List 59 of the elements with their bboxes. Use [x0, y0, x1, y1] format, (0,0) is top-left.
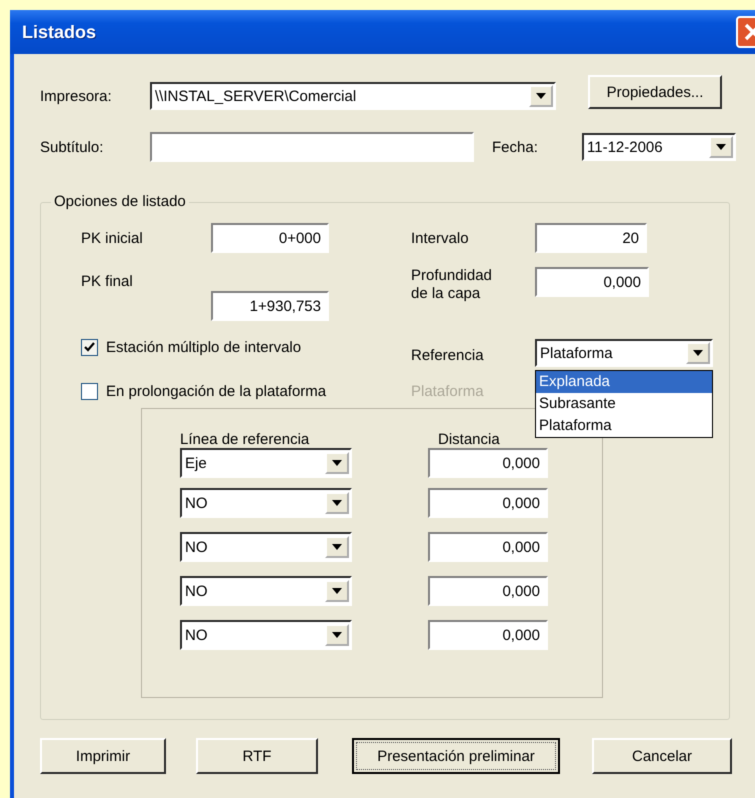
- dialog-button[interactable]: Presentación preliminar: [352, 738, 560, 774]
- dropdown-arrow-button[interactable]: [325, 452, 349, 474]
- distance-input-field[interactable]: 0,000: [428, 532, 548, 562]
- caret-icon: [332, 544, 342, 550]
- pk-start-input-field[interactable]: 0+000: [211, 223, 329, 253]
- reference-label: Referencia: [411, 347, 485, 364]
- caret-icon: [332, 588, 342, 594]
- dropdown-arrow-button[interactable]: [325, 624, 349, 646]
- dropdown-arrow-button[interactable]: [686, 342, 710, 364]
- checkbox[interactable]: [81, 339, 98, 356]
- interval-input-field[interactable]: 20: [535, 223, 647, 253]
- dropdown-option[interactable]: Subrasante: [536, 393, 712, 415]
- pk-end-label: PK final: [81, 273, 134, 290]
- dialog-button[interactable]: Cancelar: [592, 738, 732, 774]
- caret-icon: [693, 350, 703, 356]
- reference-line-dropdown[interactable]: NO: [180, 532, 352, 562]
- depth-label: Profundidad de la capa: [411, 267, 493, 303]
- caret-icon: [332, 632, 342, 638]
- dropdown-option[interactable]: Plataforma: [536, 415, 712, 437]
- caret-icon: [332, 460, 342, 466]
- depth-input-field[interactable]: 0,000: [535, 267, 649, 297]
- caret-icon: [332, 500, 342, 506]
- distance-input-field[interactable]: 0,000: [428, 448, 548, 478]
- distance-input-field[interactable]: 0,000: [428, 488, 548, 518]
- subtitle-input-field[interactable]: [150, 132, 474, 162]
- reference-dropdown[interactable]: Plataforma: [535, 339, 713, 367]
- column-header: Distancia: [438, 431, 500, 448]
- reference-line-dropdown[interactable]: NO: [180, 488, 352, 518]
- distance-input-field[interactable]: 0,000: [428, 620, 548, 650]
- checkbox[interactable]: [81, 383, 98, 400]
- pk-start-label: PK inicial: [81, 230, 144, 246]
- subtitle-label: Subtítulo:: [40, 138, 104, 156]
- reference-line-dropdown[interactable]: NO: [180, 576, 352, 606]
- dialog-button[interactable]: RTF: [196, 738, 318, 774]
- date-dropdown[interactable]: 11-12-2006: [582, 133, 736, 161]
- dropdown-option[interactable]: Explanada: [536, 371, 712, 393]
- dropdown-arrow-button[interactable]: [709, 136, 733, 158]
- printer-label: Impresora:: [40, 88, 113, 104]
- interval-label: Intervalo: [411, 230, 470, 246]
- properties-button[interactable]: Propiedades...: [588, 75, 722, 109]
- dropdown-arrow-button[interactable]: [529, 85, 553, 107]
- caret-icon: [536, 93, 546, 99]
- dropdown-arrow-button[interactable]: [325, 536, 349, 558]
- dropdown-arrow-button[interactable]: [325, 492, 349, 514]
- checkbox-label: En prolongación de la plataforma: [106, 383, 326, 400]
- printer-dropdown[interactable]: \\INSTAL_SERVER\Comercial: [150, 82, 556, 110]
- reference-line-dropdown[interactable]: Eje: [180, 448, 352, 478]
- checkbox-label: Estación múltiplo de intervalo: [106, 339, 302, 356]
- window-title: Listados: [22, 22, 96, 42]
- date-label: Fecha:: [492, 138, 539, 156]
- platform-label: Plataforma: [411, 383, 484, 400]
- column-header: Línea de referencia: [180, 431, 310, 448]
- pk-end-input-field[interactable]: 1+930,753: [211, 291, 329, 321]
- dialog-button[interactable]: Imprimir: [40, 738, 166, 774]
- group-title: Opciones de listado: [51, 193, 189, 210]
- reference-line-dropdown[interactable]: NO: [180, 620, 352, 650]
- dropdown-arrow-button[interactable]: [325, 580, 349, 602]
- distance-input-field[interactable]: 0,000: [428, 576, 548, 606]
- caret-icon: [716, 144, 726, 150]
